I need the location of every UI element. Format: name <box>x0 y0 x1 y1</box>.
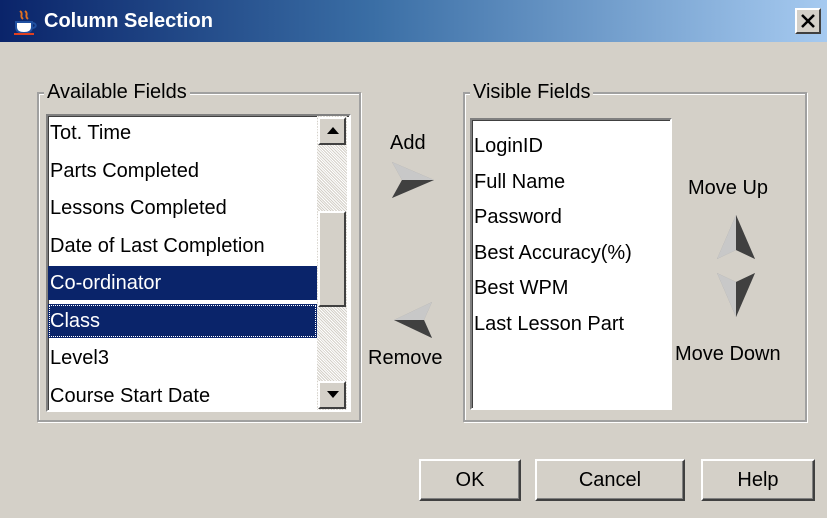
add-button[interactable] <box>390 160 436 200</box>
scroll-thumb[interactable] <box>318 211 346 307</box>
add-label: Add <box>390 132 426 154</box>
list-item[interactable]: Course Start Date <box>48 379 317 411</box>
visible-fields-list[interactable]: LoginID Full Name Password Best Accuracy(%)… <box>470 118 672 410</box>
list-item[interactable]: Co-ordinator <box>48 266 317 300</box>
remove-label: Remove <box>368 347 443 369</box>
java-cup-icon <box>12 9 38 35</box>
scroll-up-button[interactable] <box>318 117 346 145</box>
available-fields-list[interactable]: Tot. Time Parts Completed Lessons Complete… <box>46 114 351 412</box>
available-fields-scrollbar[interactable] <box>317 116 347 410</box>
close-button[interactable] <box>795 8 821 34</box>
window-title: Column Selection <box>44 10 213 32</box>
ok-button[interactable]: OK <box>419 459 521 501</box>
move-up-label: Move Up <box>688 177 769 199</box>
list-item[interactable]: Password <box>472 200 670 234</box>
scroll-down-button[interactable] <box>318 381 346 409</box>
visible-fields-legend: Visible Fields <box>470 80 594 104</box>
list-item[interactable]: Date of Last Completion <box>48 229 317 263</box>
list-item[interactable]: Best Accuracy(%) <box>472 236 670 270</box>
available-fields-legend: Available Fields <box>44 80 190 104</box>
list-item[interactable]: Tot. Time <box>48 116 317 150</box>
list-item[interactable]: Last Lesson Part <box>472 307 670 341</box>
list-item[interactable]: Full Name <box>472 165 670 199</box>
list-item[interactable]: Best WPM <box>472 271 670 305</box>
title-bar: Column Selection <box>0 0 827 42</box>
list-item[interactable]: Class <box>48 303 317 338</box>
list-item[interactable]: Parts Completed <box>48 154 317 188</box>
move-up-button[interactable] <box>716 214 756 260</box>
cancel-button[interactable]: Cancel <box>535 459 685 501</box>
arrow-left-icon <box>394 302 432 338</box>
remove-button[interactable] <box>394 300 434 340</box>
list-item[interactable]: Level3 <box>48 341 317 375</box>
move-down-button[interactable] <box>716 272 756 318</box>
arrow-down-icon <box>717 273 755 317</box>
chevron-up-icon <box>327 127 339 134</box>
arrow-up-icon <box>717 215 755 259</box>
arrow-right-icon <box>392 162 434 198</box>
help-button[interactable]: Help <box>701 459 815 501</box>
chevron-down-icon <box>327 391 339 398</box>
list-item[interactable]: LoginID <box>472 129 670 163</box>
list-item[interactable]: Lessons Completed <box>48 191 317 225</box>
move-down-label: Move Down <box>675 343 781 365</box>
close-icon <box>801 14 815 28</box>
